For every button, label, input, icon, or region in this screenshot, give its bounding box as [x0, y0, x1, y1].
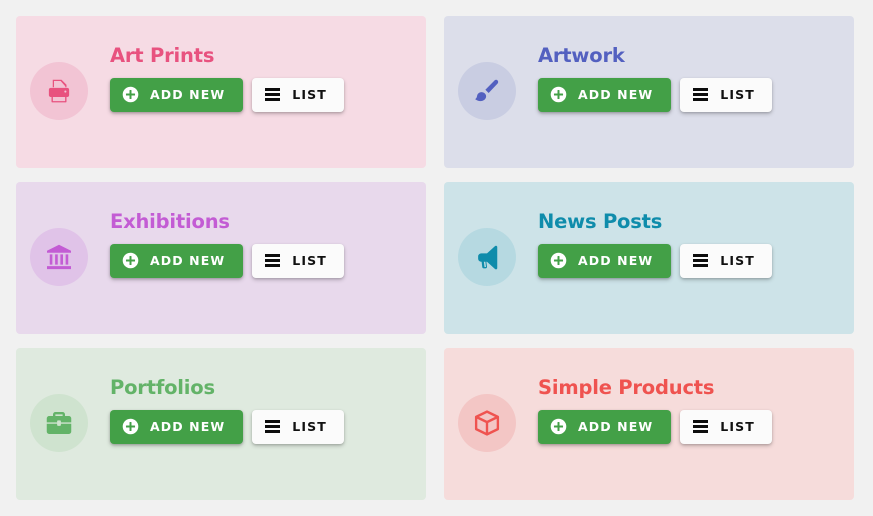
card-title: Portfolios	[110, 376, 215, 399]
list-button-label: LIST	[720, 253, 755, 268]
content-type-card: News Posts ADD NEW LIST	[444, 182, 854, 334]
card-actions: ADD NEW LIST	[110, 409, 344, 444]
add-new-button[interactable]: ADD NEW	[538, 409, 672, 444]
list-button[interactable]: LIST	[680, 409, 772, 444]
plus-circle-icon	[550, 418, 567, 435]
list-lines-icon	[693, 88, 709, 101]
add-new-button-label: ADD NEW	[150, 253, 226, 268]
list-lines-icon	[265, 254, 281, 267]
card-inner: News Posts ADD NEW LIST	[458, 212, 844, 286]
card-icon-badge	[458, 228, 516, 286]
list-button-label: LIST	[292, 87, 327, 102]
card-icon-badge	[458, 62, 516, 120]
megaphone-icon	[472, 242, 502, 272]
card-actions: ADD NEW LIST	[538, 243, 772, 278]
content-type-card: Art Prints ADD NEW LIST	[16, 16, 426, 168]
card-actions: ADD NEW LIST	[538, 409, 772, 444]
add-new-button[interactable]: ADD NEW	[538, 243, 672, 278]
list-button-label: LIST	[720, 87, 755, 102]
content-type-card: Artwork ADD NEW LIST	[444, 16, 854, 168]
card-icon-badge	[30, 228, 88, 286]
card-icon-badge	[458, 394, 516, 452]
card-icon-badge	[30, 62, 88, 120]
content-type-card: Portfolios ADD NEW LIST	[16, 348, 426, 500]
add-new-button-label: ADD NEW	[150, 87, 226, 102]
cube-icon	[472, 408, 502, 438]
card-title: Artwork	[538, 44, 625, 67]
list-lines-icon	[265, 88, 281, 101]
printer-icon	[44, 76, 74, 106]
list-button-label: LIST	[292, 419, 327, 434]
card-icon-badge	[30, 394, 88, 452]
plus-circle-icon	[122, 86, 139, 103]
list-button[interactable]: LIST	[252, 77, 344, 112]
list-button-label: LIST	[720, 419, 755, 434]
card-body: Art Prints ADD NEW LIST	[110, 46, 344, 112]
card-body: Exhibitions ADD NEW LIST	[110, 212, 344, 278]
add-new-button-label: ADD NEW	[578, 253, 654, 268]
card-inner: Exhibitions ADD NEW LIST	[30, 212, 416, 286]
add-new-button-label: ADD NEW	[578, 419, 654, 434]
content-type-card: Simple Products ADD NEW LIST	[444, 348, 854, 500]
list-button[interactable]: LIST	[252, 243, 344, 278]
card-actions: ADD NEW LIST	[538, 77, 772, 112]
card-inner: Art Prints ADD NEW LIST	[30, 46, 416, 120]
add-new-button[interactable]: ADD NEW	[110, 409, 244, 444]
card-actions: ADD NEW LIST	[110, 77, 344, 112]
add-new-button-label: ADD NEW	[150, 419, 226, 434]
card-title: Exhibitions	[110, 210, 230, 233]
plus-circle-icon	[122, 252, 139, 269]
plus-circle-icon	[122, 418, 139, 435]
content-type-card-grid: Art Prints ADD NEW LIST Artwork ADD NEW LIST E…	[0, 0, 873, 516]
list-button[interactable]: LIST	[680, 243, 772, 278]
add-new-button[interactable]: ADD NEW	[110, 77, 244, 112]
card-inner: Artwork ADD NEW LIST	[458, 46, 844, 120]
card-body: Artwork ADD NEW LIST	[538, 46, 772, 112]
card-actions: ADD NEW LIST	[110, 243, 344, 278]
card-body: Portfolios ADD NEW LIST	[110, 378, 344, 444]
list-button[interactable]: LIST	[680, 77, 772, 112]
content-type-card: Exhibitions ADD NEW LIST	[16, 182, 426, 334]
list-button-label: LIST	[292, 253, 327, 268]
list-lines-icon	[693, 254, 709, 267]
list-lines-icon	[265, 420, 281, 433]
add-new-button[interactable]: ADD NEW	[110, 243, 244, 278]
add-new-button-label: ADD NEW	[578, 87, 654, 102]
card-title: Art Prints	[110, 44, 215, 67]
plus-circle-icon	[550, 252, 567, 269]
add-new-button[interactable]: ADD NEW	[538, 77, 672, 112]
card-body: News Posts ADD NEW LIST	[538, 212, 772, 278]
card-body: Simple Products ADD NEW LIST	[538, 378, 772, 444]
card-title: Simple Products	[538, 376, 715, 399]
card-inner: Simple Products ADD NEW LIST	[458, 378, 844, 452]
card-inner: Portfolios ADD NEW LIST	[30, 378, 416, 452]
paintbrush-icon	[472, 76, 502, 106]
card-title: News Posts	[538, 210, 663, 233]
museum-icon	[44, 242, 74, 272]
briefcase-icon	[44, 408, 74, 438]
list-lines-icon	[693, 420, 709, 433]
plus-circle-icon	[550, 86, 567, 103]
list-button[interactable]: LIST	[252, 409, 344, 444]
